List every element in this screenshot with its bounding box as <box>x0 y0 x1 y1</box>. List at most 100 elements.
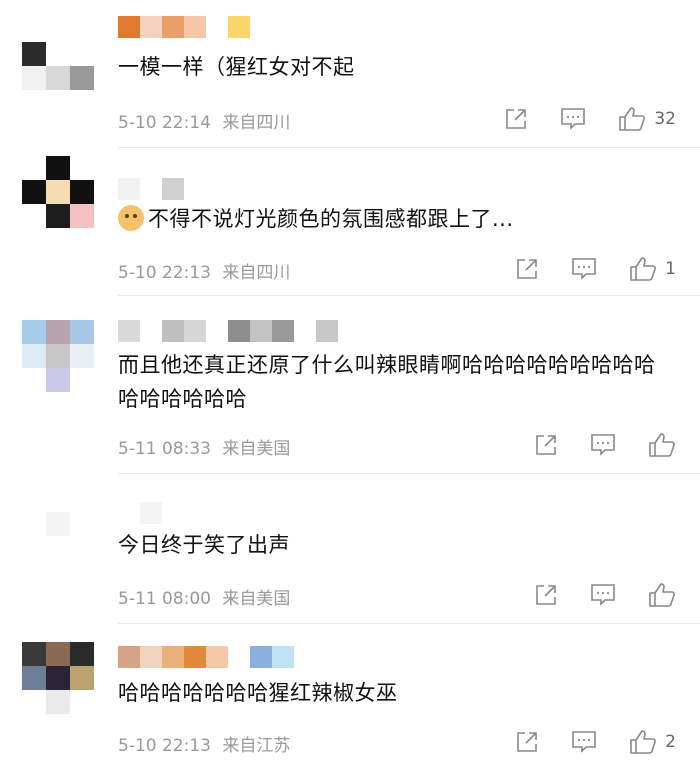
username-pixel <box>162 646 184 668</box>
comment-button[interactable] <box>560 107 586 131</box>
username-pixel <box>184 320 206 342</box>
username[interactable] <box>118 646 294 668</box>
avatar-pixel <box>70 368 94 392</box>
comment-location: 来自美国 <box>222 589 291 609</box>
comment-time: 5-10 22:13 <box>118 736 211 756</box>
comment-text: 一模一样（猩红女对不起 <box>118 55 355 79</box>
comment-text-content: 不得不说灯光颜色的氛围感都跟上了... <box>148 207 514 231</box>
comment-icon <box>591 434 615 456</box>
like-button[interactable]: 32 <box>618 106 676 132</box>
like-button[interactable]: 1 <box>629 256 676 282</box>
like-button[interactable] <box>648 432 676 458</box>
avatar-pixel <box>22 666 46 690</box>
comment-meta: 5-11 08:00 来自美国 <box>118 584 290 609</box>
like-button[interactable] <box>648 582 676 608</box>
avatar-pixel <box>46 180 70 204</box>
avatar-pixel <box>22 18 46 42</box>
comment-item: 今日终于笑了出声 5-11 08:00 来自美国 <box>0 474 700 624</box>
avatar-pixel <box>46 42 70 66</box>
share-button[interactable] <box>504 107 528 131</box>
comment-text: 不得不说灯光颜色的氛围感都跟上了... <box>118 202 670 236</box>
share-button[interactable] <box>534 583 558 607</box>
username-pixel <box>118 16 140 38</box>
like-button[interactable]: 2 <box>629 729 676 755</box>
like-icon <box>619 107 646 131</box>
username-pixel <box>140 646 162 668</box>
avatar-pixel <box>22 368 46 392</box>
avatar-pixel <box>22 488 46 512</box>
username-pixel <box>140 178 162 200</box>
comment-meta: 5-11 08:33 来自美国 <box>118 434 290 459</box>
comment-item: 不得不说灯光颜色的氛围感都跟上了... 5-10 22:13 来自四川 1 <box>0 148 700 296</box>
avatar-pixel <box>22 204 46 228</box>
avatar[interactable] <box>22 320 94 392</box>
avatar-pixel <box>46 368 70 392</box>
comment-icon <box>591 584 615 606</box>
comment-meta: 5-10 22:13 来自江苏 <box>118 731 290 756</box>
comment-time: 5-11 08:33 <box>118 439 211 459</box>
comment-button[interactable] <box>571 730 597 754</box>
avatar-pixel <box>46 666 70 690</box>
username[interactable] <box>118 502 184 524</box>
avatar-pixel <box>22 642 46 666</box>
username-pixel <box>162 178 184 200</box>
avatar-pixel <box>46 642 70 666</box>
username[interactable] <box>118 320 338 342</box>
avatar-pixel <box>70 666 94 690</box>
comment-icon <box>561 108 586 130</box>
username[interactable] <box>118 178 184 200</box>
share-icon <box>536 435 556 455</box>
avatar[interactable] <box>22 488 94 560</box>
username-pixel <box>162 320 184 342</box>
avatar-pixel <box>70 180 94 204</box>
comment-item: 一模一样（猩红女对不起 5-10 22:14 来自四川 32 <box>0 0 700 148</box>
avatar-pixel <box>70 320 94 344</box>
avatar-pixel <box>22 180 46 204</box>
share-button[interactable] <box>534 433 558 457</box>
avatar-pixel <box>46 488 70 512</box>
username-pixel <box>162 16 184 38</box>
comment-item: 而且他还真正还原了什么叫辣眼睛啊哈哈哈哈哈哈哈哈哈哈哈哈哈哈哈 5-11 08:… <box>0 296 700 474</box>
like-count: 32 <box>654 109 676 129</box>
avatar-pixel <box>22 690 46 714</box>
username-pixel <box>140 502 162 524</box>
comment-text: 而且他还真正还原了什么叫辣眼睛啊哈哈哈哈哈哈哈哈哈哈哈哈哈哈哈 <box>118 353 656 411</box>
avatar-pixel <box>46 66 70 90</box>
avatar-pixel <box>70 642 94 666</box>
avatar-pixel <box>22 66 46 90</box>
comment-button[interactable] <box>590 433 616 457</box>
avatar[interactable] <box>22 18 94 90</box>
avatar-pixel <box>70 512 94 536</box>
avatar-pixel <box>46 18 70 42</box>
comment-button[interactable] <box>571 257 597 281</box>
username-pixel <box>206 320 228 342</box>
like-count: 1 <box>665 259 676 279</box>
avatar-pixel <box>46 156 70 180</box>
username-pixel <box>140 16 162 38</box>
comment-button[interactable] <box>590 583 616 607</box>
username-pixel <box>250 320 272 342</box>
username-pixel <box>228 646 250 668</box>
avatar-pixel <box>70 690 94 714</box>
avatar-pixel <box>70 66 94 90</box>
share-button[interactable] <box>515 730 539 754</box>
comment-text: 哈哈哈哈哈哈哈猩红辣椒女巫 <box>118 681 398 705</box>
username-pixel <box>118 646 140 668</box>
avatar[interactable] <box>22 642 94 714</box>
comment-time: 5-11 08:00 <box>118 589 211 609</box>
comment-item: 哈哈哈哈哈哈哈猩红辣椒女巫 5-10 22:13 来自江苏 2 <box>0 624 700 763</box>
avatar-pixel <box>22 156 46 180</box>
username-pixel <box>228 16 250 38</box>
avatar-pixel <box>46 204 70 228</box>
username[interactable] <box>118 16 250 38</box>
comment-meta: 5-10 22:13 来自四川 <box>118 258 290 283</box>
avatar[interactable] <box>22 156 94 228</box>
share-icon <box>536 585 556 605</box>
avatar-pixel <box>22 42 46 66</box>
avatar-pixel <box>22 344 46 368</box>
username-pixel <box>272 646 294 668</box>
comment-time: 5-10 22:14 <box>118 113 211 133</box>
avatar-pixel <box>70 156 94 180</box>
avatar-pixel <box>46 690 70 714</box>
share-button[interactable] <box>515 257 539 281</box>
